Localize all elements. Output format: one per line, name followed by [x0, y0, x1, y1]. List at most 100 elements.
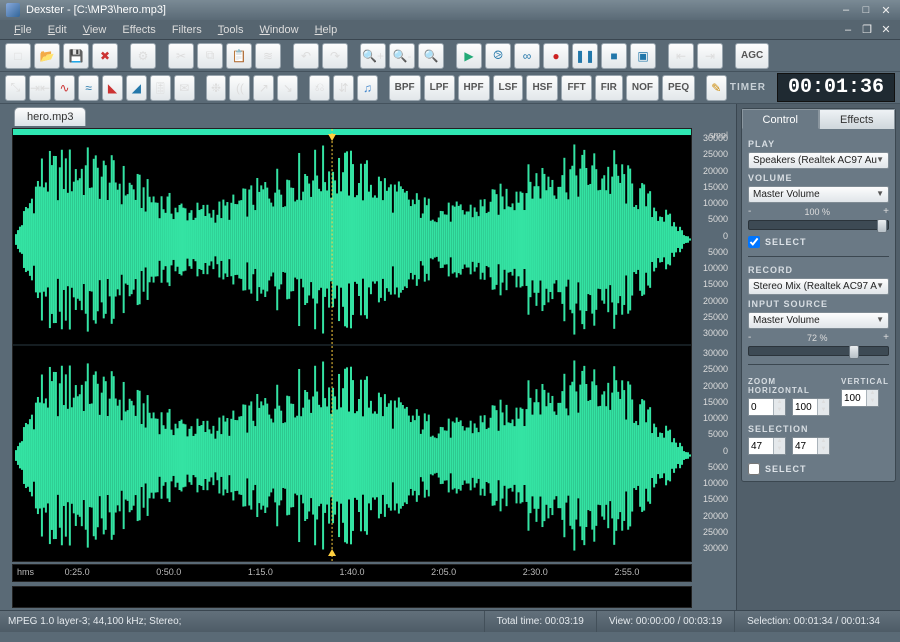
- play-label: PLAY: [748, 139, 889, 149]
- record-icon[interactable]: ●: [543, 43, 569, 69]
- zoom-v-spinner[interactable]: ▲▼: [841, 389, 879, 407]
- tool2-icon[interactable]: ⇵: [333, 75, 354, 101]
- loop-icon[interactable]: ∞: [514, 43, 540, 69]
- zoom-h-start-spinner[interactable]: ▲▼: [748, 398, 786, 416]
- mdi-close-icon[interactable]: ✕: [878, 23, 894, 37]
- nof-button[interactable]: NOF: [626, 75, 659, 101]
- record-label: RECORD: [748, 265, 889, 275]
- menu-window[interactable]: Window: [251, 22, 306, 38]
- goto-end-icon[interactable]: ⇥: [697, 43, 723, 69]
- tab-control[interactable]: Control: [742, 109, 819, 129]
- record-device-select[interactable]: Stereo Mix (Realtek AC97 A: [748, 278, 889, 295]
- fx4-icon[interactable]: ↘: [277, 75, 298, 101]
- goto-start-icon[interactable]: ⇤: [668, 43, 694, 69]
- window-title: Dexster - [C:\MP3\hero.mp3]: [26, 4, 838, 16]
- toolbar-main: □📂💾✖ ⚙ ✂⧉📋≋ ↶↷ 🔍+🔍-🔍 ▶⧁∞●❚❚■▣ ⇤⇥ AGC: [0, 40, 900, 72]
- input-slider[interactable]: [748, 346, 889, 356]
- delete-icon[interactable]: ✖: [92, 43, 118, 69]
- fade-in-icon[interactable]: ◣: [102, 75, 123, 101]
- overview-strip[interactable]: [12, 586, 692, 608]
- pause-icon[interactable]: ❚❚: [572, 43, 598, 69]
- input-source-label: INPUT SOURCE: [748, 299, 889, 309]
- compress-icon[interactable]: ⇥⇤: [29, 75, 51, 101]
- agc-button[interactable]: AGC: [735, 43, 769, 69]
- expand-icon[interactable]: ⤡: [5, 75, 26, 101]
- play-device-select[interactable]: Speakers (Realtek AC97 Au: [748, 152, 889, 169]
- mdi-minimize-icon[interactable]: –: [840, 23, 856, 37]
- selection-end-spinner[interactable]: ▲▼: [792, 437, 830, 455]
- input-source-select[interactable]: Master Volume: [748, 312, 889, 329]
- redo-icon[interactable]: ↷: [322, 43, 348, 69]
- amplitude-ruler: smpl 30000250002000015000100005000050001…: [692, 128, 732, 562]
- status-total: Total time: 00:03:19: [485, 611, 597, 632]
- menu-view[interactable]: View: [75, 22, 115, 38]
- peq-button[interactable]: PEQ: [662, 75, 695, 101]
- tab-effects[interactable]: Effects: [819, 109, 896, 129]
- new-icon[interactable]: □: [5, 43, 31, 69]
- timer-label: TIMER: [730, 82, 766, 93]
- mdi-restore-icon[interactable]: ❐: [859, 23, 875, 37]
- menu-file[interactable]: File: [6, 22, 40, 38]
- edit-tool-icon[interactable]: ✎: [706, 75, 727, 101]
- undo-icon[interactable]: ↶: [293, 43, 319, 69]
- envelope-icon[interactable]: ✉: [174, 75, 195, 101]
- mix-icon[interactable]: ≋: [255, 43, 281, 69]
- bpf-button[interactable]: BPF: [389, 75, 421, 101]
- menu-help[interactable]: Help: [307, 22, 346, 38]
- wave-red-icon[interactable]: ∿: [54, 75, 75, 101]
- menu-effects[interactable]: Effects: [114, 22, 163, 38]
- maximize-icon[interactable]: □: [858, 3, 874, 17]
- fx3-icon[interactable]: ↗: [253, 75, 274, 101]
- waveform-display[interactable]: [12, 128, 692, 562]
- zoom-in-icon[interactable]: 🔍+: [360, 43, 386, 69]
- fft-button[interactable]: FFT: [561, 75, 591, 101]
- play-loop-icon[interactable]: ⧁: [485, 43, 511, 69]
- tool1-icon[interactable]: ⎌: [309, 75, 330, 101]
- menubar: File Edit View Effects Filters Tools Win…: [0, 20, 900, 40]
- file-tab[interactable]: hero.mp3: [14, 107, 86, 126]
- zoom-h-end-spinner[interactable]: ▲▼: [792, 398, 830, 416]
- play-icon[interactable]: ▶: [456, 43, 482, 69]
- copy-icon[interactable]: ⧉: [197, 43, 223, 69]
- menu-filters[interactable]: Filters: [164, 22, 210, 38]
- stop-icon[interactable]: ■: [601, 43, 627, 69]
- volume-source-select[interactable]: Master Volume: [748, 186, 889, 203]
- open-icon[interactable]: 📂: [34, 43, 60, 69]
- wave-blue-icon[interactable]: ≈: [78, 75, 99, 101]
- status-selection: Selection: 00:01:34 / 00:01:34: [735, 611, 892, 632]
- volume-slider[interactable]: [748, 220, 889, 230]
- volume-label: VOLUME: [748, 173, 889, 183]
- zoom-h-label: ZOOM HORIZONTAL: [748, 377, 833, 395]
- fir-button[interactable]: FIR: [595, 75, 623, 101]
- save-icon[interactable]: 💾: [63, 43, 89, 69]
- lpf-button[interactable]: LPF: [424, 75, 455, 101]
- status-view: View: 00:00:00 / 00:03:19: [597, 611, 735, 632]
- hsf-button[interactable]: HSF: [526, 75, 558, 101]
- paste-icon[interactable]: 📋: [226, 43, 252, 69]
- play-select-checkbox[interactable]: [748, 236, 760, 248]
- zoom-out-icon[interactable]: 🔍-: [389, 43, 415, 69]
- music-icon[interactable]: ♫: [357, 75, 378, 101]
- statusbar: MPEG 1.0 layer-3; 44,100 kHz; Stereo; To…: [0, 610, 900, 632]
- lsf-button[interactable]: LSF: [493, 75, 524, 101]
- zoom-v-label: VERTICAL: [841, 377, 889, 386]
- selection-start-spinner[interactable]: ▲▼: [748, 437, 786, 455]
- menu-edit[interactable]: Edit: [40, 22, 75, 38]
- timer-display: 00:01:36: [777, 73, 895, 102]
- app-icon: [6, 3, 20, 17]
- zoom-fit-icon[interactable]: 🔍: [418, 43, 444, 69]
- time-ruler[interactable]: hms 0:25.00:50.01:15.01:40.02:05.02:30.0…: [12, 564, 692, 582]
- toolbar-effects: ⤡⇥⇤∿≈◣◢🎚✉ ❉((↗↘ ⎌⇵♫ BPFLPFHPFLSFHSFFFTFIRNO…: [0, 72, 900, 104]
- selection-select-checkbox[interactable]: [748, 463, 760, 475]
- equalizer-icon[interactable]: 🎚: [150, 75, 171, 101]
- hpf-button[interactable]: HPF: [458, 75, 490, 101]
- cut-icon[interactable]: ✂: [168, 43, 194, 69]
- settings-icon[interactable]: ⚙: [130, 43, 156, 69]
- fx2-icon[interactable]: ((: [229, 75, 250, 101]
- fx1-icon[interactable]: ❉: [206, 75, 227, 101]
- select-all-icon[interactable]: ▣: [630, 43, 656, 69]
- close-icon[interactable]: ✕: [878, 3, 894, 17]
- menu-tools[interactable]: Tools: [210, 22, 252, 38]
- minimize-icon[interactable]: –: [838, 3, 854, 17]
- fade-out-icon[interactable]: ◢: [126, 75, 147, 101]
